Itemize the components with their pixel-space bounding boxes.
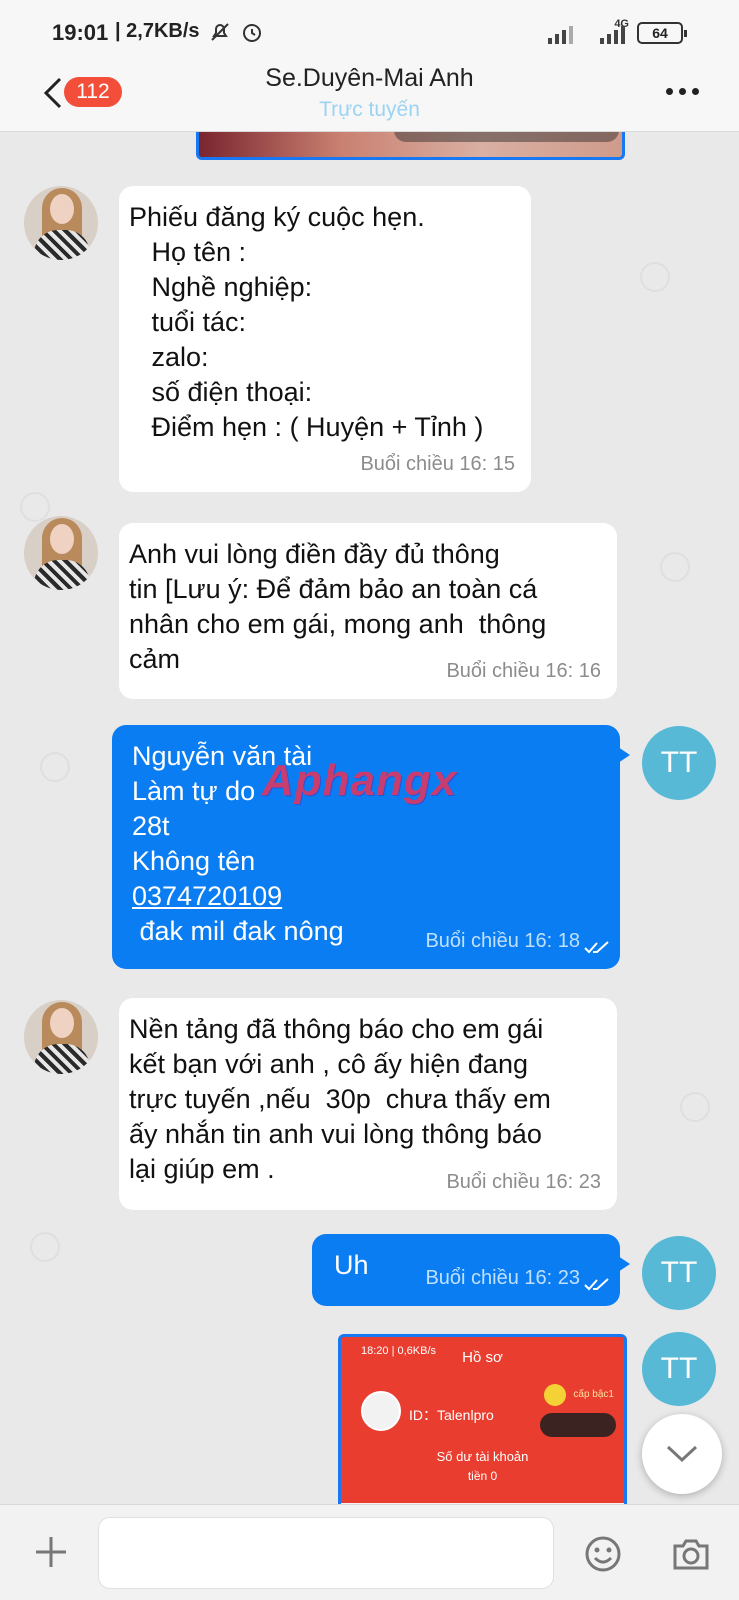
- image-message[interactable]: Buổi chiều 16: 15: [196, 132, 625, 160]
- battery-icon: 64: [637, 22, 687, 44]
- chat-title: Se.Duyên-Mai Anh: [265, 64, 474, 92]
- message-line: Nghề nghiệp:: [129, 272, 313, 302]
- plus-icon[interactable]: [34, 1535, 68, 1569]
- network-speed: | 2,7KB/s: [115, 20, 200, 42]
- message-line: tuổi tác:: [129, 307, 247, 337]
- my-avatar-label: TT: [660, 746, 698, 779]
- message-time: Buổi chiều 16: 16: [446, 660, 601, 682]
- my-message-bubble[interactable]: Nguyễn văn tài Làm tự do 28t Không tên 0…: [112, 725, 630, 969]
- read-check-icon: [584, 1278, 609, 1291]
- online-status: Trực tuyến: [319, 98, 420, 121]
- signal-icon: [548, 22, 573, 44]
- contact-avatar[interactable]: [24, 186, 98, 260]
- message-line: Nền tảng đã thông báo cho em gái: [129, 1014, 544, 1044]
- star-icon: [544, 1384, 566, 1406]
- chat-area[interactable]: Buổi chiều 16: 15 Phiếu đăng ký cuộc hẹn…: [0, 132, 739, 1504]
- message-line: Anh vui lòng điền đầy đủ thông: [129, 539, 500, 569]
- top-bar: 19:01 | 2,7KB/s 4G 64 112 Se.Duyên-Mai A…: [0, 0, 739, 132]
- scroll-down-button[interactable]: [642, 1414, 722, 1494]
- contact-avatar[interactable]: [24, 516, 98, 590]
- more-dots-icon[interactable]: [666, 88, 699, 95]
- my-avatar-label: TT: [660, 1256, 698, 1289]
- message-line: Phiếu đăng ký cuộc hẹn.: [129, 202, 425, 232]
- message-input[interactable]: [98, 1517, 554, 1589]
- message-bubble[interactable]: Nền tảng đã thông báo cho em gái kết bạn…: [119, 998, 617, 1210]
- emoji-icon[interactable]: [584, 1535, 622, 1573]
- message-line: 28t: [132, 811, 170, 841]
- my-avatar[interactable]: TT: [642, 1332, 716, 1406]
- message-bubble[interactable]: Anh vui lòng điền đầy đủ thông tin [Lưu …: [119, 523, 617, 699]
- mute-icon: [210, 23, 229, 41]
- message-line: Điểm hẹn : ( Huyện + Tỉnh ): [129, 412, 484, 442]
- message-line: Nguyễn văn tài: [132, 741, 313, 771]
- message-time: Buổi chiều 16: 15: [360, 453, 515, 475]
- shot-title: Hồ sơ: [462, 1349, 503, 1366]
- message-bubble[interactable]: Phiếu đăng ký cuộc hẹn. Họ tên : Nghề ng…: [119, 186, 531, 492]
- message-line: kết bạn với anh , cô ấy hiện đang: [129, 1049, 528, 1079]
- status-icons: | 2,7KB/s: [115, 20, 264, 44]
- read-check-icon: [584, 941, 609, 954]
- camera-icon[interactable]: [672, 1537, 710, 1571]
- my-message-bubble[interactable]: Uh Buổi chiều 16: 23: [312, 1234, 630, 1306]
- contact-avatar[interactable]: [24, 1000, 98, 1074]
- message-line: trực tuyến ,nếu 30p chưa thấy em: [129, 1084, 551, 1114]
- message-time: Buổi chiều 16: 23: [446, 1171, 601, 1193]
- alarm-icon: [242, 24, 261, 42]
- shot-pill: [540, 1413, 616, 1437]
- battery-level: 64: [652, 25, 668, 41]
- shot-id: ID：Talenlpro: [409, 1407, 494, 1423]
- chevron-down-icon: [666, 1445, 698, 1463]
- message-time: Buổi chiều 16: 18: [425, 930, 580, 952]
- my-avatar[interactable]: TT: [642, 1236, 716, 1310]
- shot-balance-title: Số dư tài khoản: [436, 1449, 529, 1464]
- status-time: 19:01: [52, 20, 109, 45]
- signal-4g-icon: [600, 22, 625, 44]
- message-line: Họ tên :: [129, 237, 247, 267]
- my-avatar-label: TT: [660, 1352, 698, 1385]
- image-timestamp: Buổi chiều 16: 15: [394, 132, 619, 142]
- image-message[interactable]: 18:20 | 0,6KB/s Hồ sơ ID：Talenlpro cấp b…: [338, 1334, 627, 1504]
- shot-level: cấp bậc1: [573, 1389, 614, 1400]
- message-line: ấy nhắn tin anh vui lòng thông báo: [129, 1119, 542, 1149]
- phone-number-link[interactable]: 0374720109: [132, 879, 610, 914]
- input-bar: [0, 1504, 739, 1600]
- message-time: Buổi chiều 16: 23: [425, 1267, 580, 1289]
- message-line: zalo:: [129, 342, 209, 372]
- shot-balance: tiền 0: [467, 1469, 498, 1483]
- shot-avatar: [361, 1391, 401, 1431]
- message-line: số điện thoại:: [129, 377, 313, 407]
- message-line: tin [Lưu ý: Để đảm bảo an toàn cá: [129, 574, 538, 604]
- message-line: nhân cho em gái, mong anh thông: [129, 609, 547, 639]
- message-line: Làm tự do: [132, 776, 256, 806]
- my-avatar[interactable]: TT: [642, 726, 716, 800]
- message-line: Không tên: [132, 846, 256, 876]
